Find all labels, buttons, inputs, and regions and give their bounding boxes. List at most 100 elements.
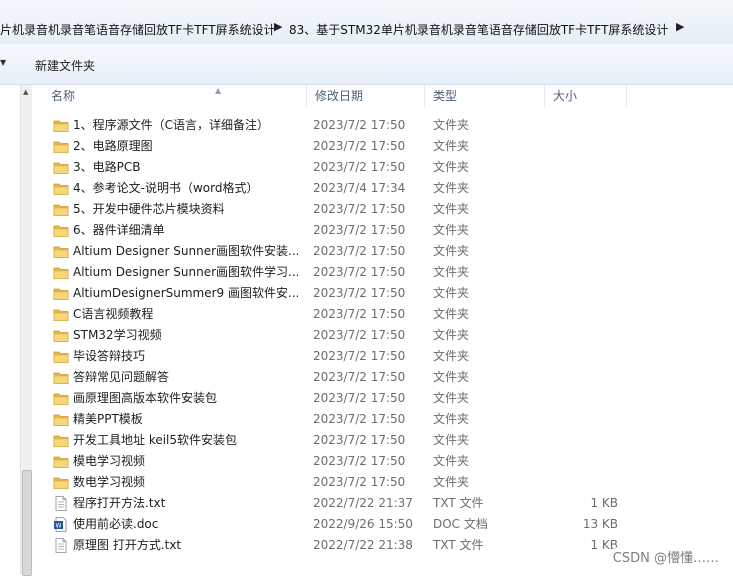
breadcrumb-item-current[interactable]: 83、基于STM32单片机录音机录音笔语音存储回放TF卡TFT屏系统设计 [289, 21, 668, 38]
file-modified-date: 2023/7/2 17:50 [313, 118, 406, 132]
file-name: 答辩常见问题解答 [73, 370, 170, 384]
doc-file-icon: W [53, 517, 69, 532]
column-header-size-label: 大小 [553, 89, 578, 103]
file-row[interactable]: 毕设答辩技巧 2023/7/2 17:50 文件夹 [31, 346, 733, 367]
file-type: 文件夹 [433, 139, 470, 153]
file-type: 文件夹 [433, 223, 470, 237]
folder-icon [53, 286, 69, 301]
file-type: 文件夹 [433, 328, 470, 342]
file-modified-date: 2023/7/2 17:50 [313, 307, 406, 321]
file-type: 文件夹 [433, 118, 470, 132]
folder-icon [53, 475, 69, 490]
folder-icon [53, 223, 69, 238]
file-name: 2、电路原理图 [73, 139, 153, 153]
folder-icon [53, 181, 69, 196]
file-row[interactable]: C语言视频教程 2023/7/2 17:50 文件夹 [31, 304, 733, 325]
txt-file-icon [53, 496, 69, 511]
file-name: 精美PPT模板 [73, 412, 143, 426]
file-row[interactable]: 4、参考论文-说明书（word格式） 2023/7/4 17:34 文件夹 [31, 178, 733, 199]
file-type: 文件夹 [433, 265, 470, 279]
file-name: STM32学习视频 [73, 328, 162, 342]
folder-icon [53, 433, 69, 448]
file-name: 6、器件详细清单 [73, 223, 165, 237]
file-row[interactable]: 画原理图高版本软件安装包 2023/7/2 17:50 文件夹 [31, 388, 733, 409]
folder-icon [53, 349, 69, 364]
folder-icon [53, 412, 69, 427]
file-type: 文件夹 [433, 475, 470, 489]
file-row[interactable]: 精美PPT模板 2023/7/2 17:50 文件夹 [31, 409, 733, 430]
file-name: 4、参考论文-说明书（word格式） [73, 181, 259, 195]
file-row[interactable]: Altium Designer Sunner画图软件安装... 2023/7/2 … [31, 241, 733, 262]
folder-icon [53, 370, 69, 385]
file-row[interactable]: 开发工具地址 keil5软件安装包 2023/7/2 17:50 文件夹 [31, 430, 733, 451]
file-type: 文件夹 [433, 412, 470, 426]
column-header: 名称 ▲ 修改日期 类型 大小 [31, 85, 733, 107]
breadcrumb: 片机录音机录音笔语音存储回放TF卡TFT屏系统设计 ▶ 83、基于STM32单片… [0, 16, 733, 42]
file-row[interactable]: 答辩常见问题解答 2023/7/2 17:50 文件夹 [31, 367, 733, 388]
new-folder-button[interactable]: 新建文件夹 [35, 57, 95, 74]
file-type: 文件夹 [433, 244, 470, 258]
address-bar[interactable]: 片机录音机录音笔语音存储回放TF卡TFT屏系统设计 ▶ 83、基于STM32单片… [0, 0, 733, 45]
file-modified-date: 2023/7/2 17:50 [313, 370, 406, 384]
column-header-name-label: 名称 [51, 89, 76, 103]
file-type: 文件夹 [433, 454, 470, 468]
breadcrumb-item-parent[interactable]: 片机录音机录音笔语音存储回放TF卡TFT屏系统设计 [0, 21, 276, 38]
file-name: 数电学习视频 [73, 475, 146, 489]
file-name: 3、电路PCB [73, 160, 141, 174]
file-size: 1 KB [590, 538, 618, 552]
file-modified-date: 2023/7/2 17:50 [313, 160, 406, 174]
file-name: 模电学习视频 [73, 454, 146, 468]
chevron-right-icon[interactable]: ▶ [676, 20, 684, 33]
chevron-right-icon[interactable]: ▶ [274, 20, 282, 33]
file-row[interactable]: W 使用前必读.doc 2022/9/26 15:50 DOC 文档 13 KB [31, 514, 733, 535]
file-row[interactable]: 3、电路PCB 2023/7/2 17:50 文件夹 [31, 157, 733, 178]
file-row[interactable]: 2、电路原理图 2023/7/2 17:50 文件夹 [31, 136, 733, 157]
file-type: 文件夹 [433, 307, 470, 321]
file-row[interactable]: 6、器件详细清单 2023/7/2 17:50 文件夹 [31, 220, 733, 241]
file-name: 使用前必读.doc [73, 517, 159, 531]
folder-icon [53, 307, 69, 322]
file-modified-date: 2023/7/2 17:50 [313, 391, 406, 405]
file-name: 5、开发中硬件芯片模块资料 [73, 202, 225, 216]
file-row[interactable]: AltiumDesignerSummer9 画图软件安... 2023/7/2 1… [31, 283, 733, 304]
folder-icon [53, 139, 69, 154]
file-row[interactable]: STM32学习视频 2023/7/2 17:50 文件夹 [31, 325, 733, 346]
file-type: 文件夹 [433, 181, 470, 195]
file-name: 开发工具地址 keil5软件安装包 [73, 433, 238, 447]
file-modified-date: 2023/7/2 17:50 [313, 349, 406, 363]
column-header-size[interactable]: 大小 [545, 85, 627, 107]
folder-icon [53, 265, 69, 280]
file-modified-date: 2023/7/2 17:50 [313, 286, 406, 300]
dropdown-arrow-icon[interactable]: ▼ [0, 58, 6, 67]
file-modified-date: 2023/7/2 17:50 [313, 433, 406, 447]
txt-file-icon [53, 538, 69, 553]
scroll-up-icon[interactable]: ▲ [23, 88, 28, 96]
file-size: 13 KB [582, 517, 618, 531]
command-toolbar: ▼ 新建文件夹 [0, 44, 733, 85]
file-row[interactable]: 1、程序源文件（C语言，详细备注） 2023/7/2 17:50 文件夹 [31, 115, 733, 136]
folder-icon [53, 160, 69, 175]
folder-icon [53, 454, 69, 469]
file-name: 原理图 打开方式.txt [73, 538, 182, 552]
file-size: 1 KB [590, 496, 618, 510]
file-name: 程序打开方法.txt [73, 496, 166, 510]
column-header-type-label: 类型 [433, 89, 458, 103]
column-header-type[interactable]: 类型 [425, 85, 545, 107]
file-type: 文件夹 [433, 160, 470, 174]
file-modified-date: 2022/7/22 21:37 [313, 496, 413, 510]
file-modified-date: 2023/7/2 17:50 [313, 139, 406, 153]
file-row[interactable]: 模电学习视频 2023/7/2 17:50 文件夹 [31, 451, 733, 472]
file-row[interactable]: 数电学习视频 2023/7/2 17:50 文件夹 [31, 472, 733, 493]
column-header-name[interactable]: 名称 ▲ [43, 85, 307, 107]
file-name: C语言视频教程 [73, 307, 154, 321]
file-row[interactable]: 程序打开方法.txt 2022/7/22 21:37 TXT 文件 1 KB [31, 493, 733, 514]
file-modified-date: 2022/7/22 21:38 [313, 538, 413, 552]
folder-icon [53, 244, 69, 259]
folder-icon [53, 328, 69, 343]
file-name: AltiumDesignerSummer9 画图软件安... [73, 286, 298, 300]
folder-icon [53, 391, 69, 406]
column-header-date[interactable]: 修改日期 [307, 85, 425, 107]
file-row[interactable]: Altium Designer Sunner画图软件学习... 2023/7/2 … [31, 262, 733, 283]
file-row[interactable]: 5、开发中硬件芯片模块资料 2023/7/2 17:50 文件夹 [31, 199, 733, 220]
file-type: TXT 文件 [433, 496, 484, 510]
